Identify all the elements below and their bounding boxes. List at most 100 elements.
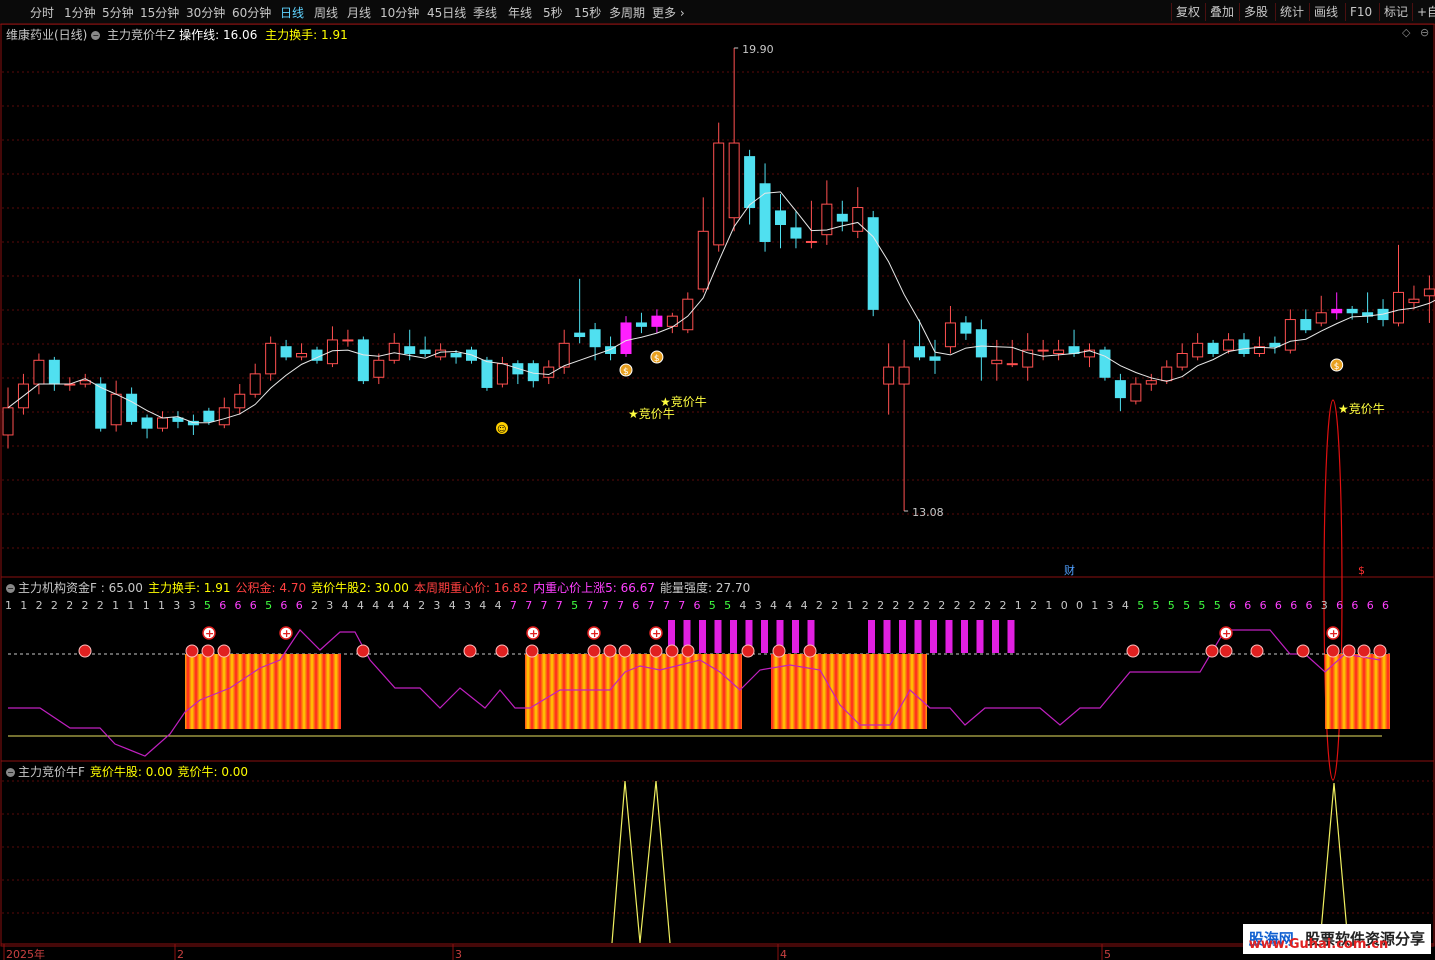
ball-icon	[1205, 644, 1219, 658]
candle-body	[1207, 342, 1219, 354]
digit-cell: 0	[1076, 599, 1083, 612]
digit-cell: 2	[97, 599, 104, 612]
candle-body	[1284, 319, 1296, 351]
candle-body	[836, 213, 848, 222]
candle-body	[651, 315, 663, 327]
strength-bar	[730, 620, 737, 653]
digit-cell: 4	[342, 599, 349, 612]
ball-icon	[1219, 644, 1233, 658]
ball-icon	[803, 644, 817, 658]
digit-cell: 6	[1382, 599, 1389, 612]
plus-icon: +	[205, 627, 214, 640]
strength-bar	[914, 620, 922, 653]
ball-icon	[185, 644, 199, 658]
signal-spike	[1319, 782, 1349, 944]
digit-cell: 2	[923, 599, 930, 612]
digit-cell: 2	[82, 599, 89, 612]
digit-cell: 2	[908, 599, 915, 612]
candle-body	[280, 346, 292, 358]
candle-body	[1331, 308, 1343, 314]
digit-cell: 2	[892, 599, 899, 612]
digit-cell: 5	[1198, 599, 1205, 612]
ball-icon	[201, 644, 215, 658]
axis-label: 5	[1104, 948, 1111, 960]
candle-body	[759, 183, 771, 242]
ball-icon	[217, 644, 231, 658]
low-label: 13.08	[912, 506, 944, 519]
candle-body	[697, 230, 709, 290]
energy-block	[1325, 654, 1390, 729]
digit-cell: 7	[602, 599, 609, 612]
digit-cell: 6	[1306, 599, 1313, 612]
digit-cell: 3	[464, 599, 471, 612]
digit-cell: 6	[1244, 599, 1251, 612]
digit-cell: 3	[173, 599, 180, 612]
money-bag-icon: $	[623, 367, 629, 377]
digit-cell: 4	[449, 599, 456, 612]
candle-body	[1408, 298, 1420, 304]
ball-icon	[78, 644, 92, 658]
digit-cell: 6	[1229, 599, 1236, 612]
candle-body	[944, 322, 956, 348]
digit-cell: 6	[250, 599, 257, 612]
digit-cell: 7	[678, 599, 685, 612]
candle-body	[2, 407, 14, 436]
candle-body	[960, 322, 972, 334]
money-bag-icon: $	[654, 354, 660, 364]
candle-body	[1099, 349, 1111, 378]
digit-cell: 1	[1045, 599, 1052, 612]
candle-body	[496, 363, 508, 385]
candle-body	[157, 417, 168, 429]
candle-body	[852, 207, 864, 232]
strength-bar	[714, 620, 722, 653]
kline-chart[interactable]: 19.9013.08$$$☺★竞价牛★竞价牛 ★竞价牛财 $1 1 2 2 2 2 2 1 1 1 1 3…	[0, 0, 1435, 960]
fin-badge: 财	[1064, 563, 1075, 577]
candle-body	[141, 417, 153, 429]
ball-icon	[495, 644, 509, 658]
candle-body	[1238, 339, 1250, 354]
candle-body	[682, 298, 694, 331]
digit-cell: 1	[1091, 599, 1098, 612]
ball-icon	[618, 644, 632, 658]
digit-cell: 3	[433, 599, 440, 612]
digit-cell: 2	[938, 599, 945, 612]
digit-cell: 2	[36, 599, 43, 612]
candle-body	[867, 217, 879, 310]
digit-cell: 4	[479, 599, 486, 612]
dollar-badge: $	[1358, 564, 1365, 577]
candle-body	[265, 342, 277, 375]
candle-body	[1037, 349, 1049, 352]
candle-body	[1114, 380, 1126, 399]
candle-body	[481, 359, 493, 388]
digit-cell: 3	[326, 599, 333, 612]
digit-cell: 5	[1183, 599, 1190, 612]
candle-body	[404, 346, 416, 354]
axis-label: 2	[177, 948, 184, 960]
digit-cell: 7	[648, 599, 655, 612]
ball-icon	[1126, 644, 1140, 658]
watermark: 股海网 股票软件资源分享 www.Guhai.com.cn	[1242, 924, 1431, 954]
candle-body	[574, 332, 586, 338]
candle-body	[234, 393, 246, 409]
plus-icon: +	[1329, 627, 1338, 640]
strength-bar	[945, 620, 953, 653]
digit-cell: 4	[357, 599, 364, 612]
digit-cell: 2	[969, 599, 976, 612]
plus-icon: +	[1222, 627, 1231, 640]
ball-icon	[463, 644, 477, 658]
digit-cell: 4	[403, 599, 410, 612]
digit-cell: 7	[541, 599, 548, 612]
digit-cell: 3	[755, 599, 762, 612]
candle-body	[914, 346, 926, 358]
strength-bar	[992, 620, 999, 653]
energy-block	[185, 654, 341, 729]
candle-body	[218, 407, 230, 426]
candle-body	[558, 342, 570, 368]
digit-cell: 4	[785, 599, 792, 612]
ball-icon	[587, 644, 601, 658]
candle-body	[805, 240, 817, 243]
digit-cell: 5	[204, 599, 211, 612]
candle-body	[373, 359, 385, 378]
candle-body	[249, 373, 261, 395]
digit-cell: 2	[418, 599, 425, 612]
